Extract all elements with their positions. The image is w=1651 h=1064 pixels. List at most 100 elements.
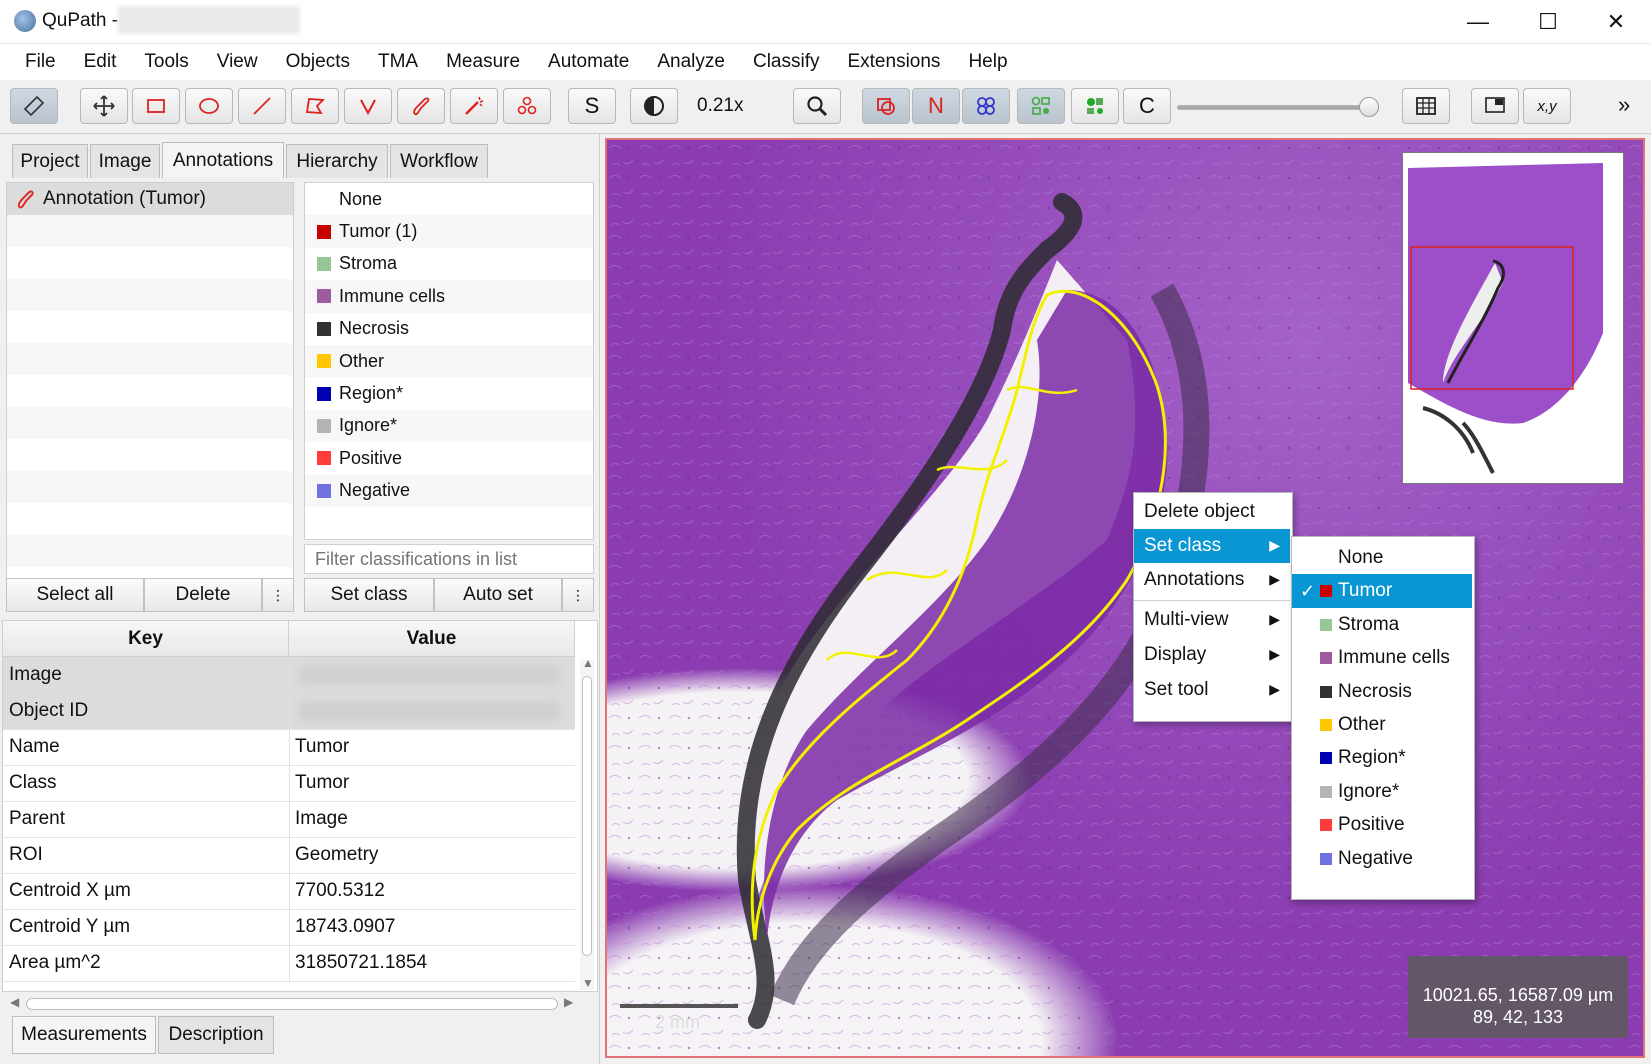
delete-button[interactable]: Delete <box>144 578 262 612</box>
polyline-tool-button[interactable] <box>344 88 392 124</box>
table-row[interactable]: Class Tumor <box>3 765 575 802</box>
class-list-item[interactable]: Other <box>305 344 593 378</box>
table-row[interactable]: Image <box>3 657 575 694</box>
tab-image[interactable]: Image <box>90 144 160 178</box>
class-list-item[interactable]: Positive <box>305 442 593 474</box>
list-item[interactable]: Annotation (Tumor) <box>7 183 293 215</box>
menu-automate[interactable]: Automate <box>534 51 643 73</box>
annotation-list[interactable]: Annotation (Tumor) <box>6 182 294 582</box>
menu-file[interactable]: File <box>0 51 70 73</box>
submenu-class-item[interactable]: Region* <box>1292 741 1472 775</box>
brightness-contrast-button[interactable] <box>630 88 678 124</box>
show-tma-grid-button[interactable] <box>962 88 1010 124</box>
table-row[interactable]: Centroid Y µm 18743.0907 <box>3 909 575 946</box>
scroll-right-icon[interactable]: ▶ <box>564 995 573 1009</box>
menu-objects[interactable]: Objects <box>272 51 364 73</box>
table-row[interactable]: Area µm^2 31850721.1854 <box>3 945 575 982</box>
submenu-class-item[interactable]: None <box>1292 541 1472 575</box>
select-all-button[interactable]: Select all <box>6 578 144 612</box>
class-list-item[interactable]: Stroma <box>305 248 593 280</box>
column-header-value[interactable]: Value <box>289 621 575 657</box>
menu-item-display[interactable]: Display ▶ <box>1134 638 1290 672</box>
table-row[interactable]: Name Tumor <box>3 729 575 766</box>
brush-tool-button[interactable] <box>397 88 445 124</box>
move-tool-button[interactable] <box>80 88 128 124</box>
tab-description[interactable]: Description <box>158 1016 274 1054</box>
zoom-to-fit-button[interactable] <box>793 88 841 124</box>
analysis-pane-button[interactable] <box>10 88 58 124</box>
rectangle-tool-button[interactable] <box>132 88 180 124</box>
scroll-left-icon[interactable]: ◀ <box>10 995 19 1009</box>
tab-annotations[interactable]: Annotations <box>162 142 284 178</box>
toolbar-overflow-button[interactable]: » <box>1618 92 1630 118</box>
tab-project[interactable]: Project <box>12 144 88 178</box>
show-annotations-button[interactable] <box>862 88 910 124</box>
measurement-table-button[interactable] <box>1402 88 1450 124</box>
tab-hierarchy[interactable]: Hierarchy <box>286 144 388 178</box>
submenu-class-item[interactable]: Necrosis <box>1292 675 1472 709</box>
table-row[interactable]: Parent Image <box>3 801 575 838</box>
show-detections-button[interactable] <box>1017 88 1065 124</box>
table-row[interactable]: ROI Geometry <box>3 837 575 874</box>
class-list-item[interactable]: Immune cells <box>305 280 593 313</box>
column-header-key[interactable]: Key <box>3 621 289 657</box>
class-list-item[interactable]: Negative <box>305 474 593 507</box>
menu-view[interactable]: View <box>203 51 272 73</box>
menu-item-multi-view[interactable]: Multi-view ▶ <box>1134 603 1290 637</box>
polygon-tool-button[interactable] <box>291 88 339 124</box>
table-row[interactable]: Object ID <box>3 693 575 730</box>
set-class-button[interactable]: Set class <box>304 578 434 612</box>
show-cell-boundaries-button[interactable]: C <box>1123 88 1171 124</box>
scroll-up-icon[interactable]: ▲ <box>582 656 594 670</box>
selection-mode-button[interactable]: S <box>568 88 616 124</box>
class-filter-input[interactable] <box>304 544 594 574</box>
submenu-class-item[interactable]: Immune cells <box>1292 641 1472 675</box>
table-horizontal-scroll-thumb[interactable] <box>26 998 558 1010</box>
menu-measure[interactable]: Measure <box>432 51 534 73</box>
menu-help[interactable]: Help <box>954 51 1021 73</box>
ellipse-tool-button[interactable] <box>185 88 233 124</box>
wand-tool-button[interactable] <box>450 88 498 124</box>
show-names-button[interactable]: N <box>912 88 960 124</box>
menu-item-set-class[interactable]: Set class ▶ <box>1134 529 1290 563</box>
menu-tma[interactable]: TMA <box>364 51 432 73</box>
annotation-more-button[interactable]: ⋮ <box>262 578 294 612</box>
classification-list[interactable]: None Tumor (1) Stroma Immune cells Necrosis O… <box>304 182 594 540</box>
menu-extensions[interactable]: Extensions <box>833 51 954 73</box>
submenu-class-item[interactable]: Other <box>1292 708 1472 742</box>
submenu-class-item[interactable]: Stroma <box>1292 608 1472 642</box>
opacity-slider-track[interactable] <box>1177 105 1377 110</box>
menu-item-delete-object[interactable]: Delete object <box>1134 495 1290 529</box>
close-button[interactable]: ✕ <box>1581 0 1651 44</box>
show-coordinates-button[interactable]: x,y <box>1523 88 1571 124</box>
points-tool-button[interactable] <box>503 88 551 124</box>
tab-measurements[interactable]: Measurements <box>12 1016 156 1054</box>
menu-tools[interactable]: Tools <box>130 51 202 73</box>
submenu-class-item[interactable]: Ignore* <box>1292 775 1472 809</box>
submenu-class-item[interactable]: ✓ Tumor <box>1292 574 1472 609</box>
line-tool-button[interactable] <box>238 88 286 124</box>
submenu-class-item[interactable]: Negative <box>1292 842 1472 876</box>
class-list-item[interactable]: Region* <box>305 377 593 409</box>
opacity-slider-thumb[interactable] <box>1359 97 1379 117</box>
class-list-item[interactable]: None <box>305 183 593 215</box>
class-list-item[interactable]: Necrosis <box>305 313 593 345</box>
table-vertical-scroll-thumb[interactable] <box>582 676 592 956</box>
table-row[interactable]: Centroid X µm 7700.5312 <box>3 873 575 910</box>
menu-item-set-tool[interactable]: Set tool ▶ <box>1134 673 1290 707</box>
overview-thumbnail[interactable] <box>1402 152 1624 484</box>
class-more-button[interactable]: ⋮ <box>562 578 594 612</box>
menu-analyze[interactable]: Analyze <box>643 51 739 73</box>
class-list-item[interactable]: Tumor (1) <box>305 215 593 248</box>
maximize-button[interactable]: ☐ <box>1513 0 1583 44</box>
menu-classify[interactable]: Classify <box>739 51 834 73</box>
tab-workflow[interactable]: Workflow <box>390 144 488 178</box>
scroll-down-icon[interactable]: ▼ <box>582 976 594 990</box>
submenu-class-item[interactable]: Positive <box>1292 808 1472 842</box>
menu-edit[interactable]: Edit <box>70 51 131 73</box>
menu-item-annotations[interactable]: Annotations ▶ <box>1134 563 1290 597</box>
fill-detections-button[interactable] <box>1071 88 1119 124</box>
auto-set-button[interactable]: Auto set <box>434 578 562 612</box>
overview-toggle-button[interactable] <box>1471 88 1519 124</box>
minimize-button[interactable]: — <box>1443 0 1513 44</box>
